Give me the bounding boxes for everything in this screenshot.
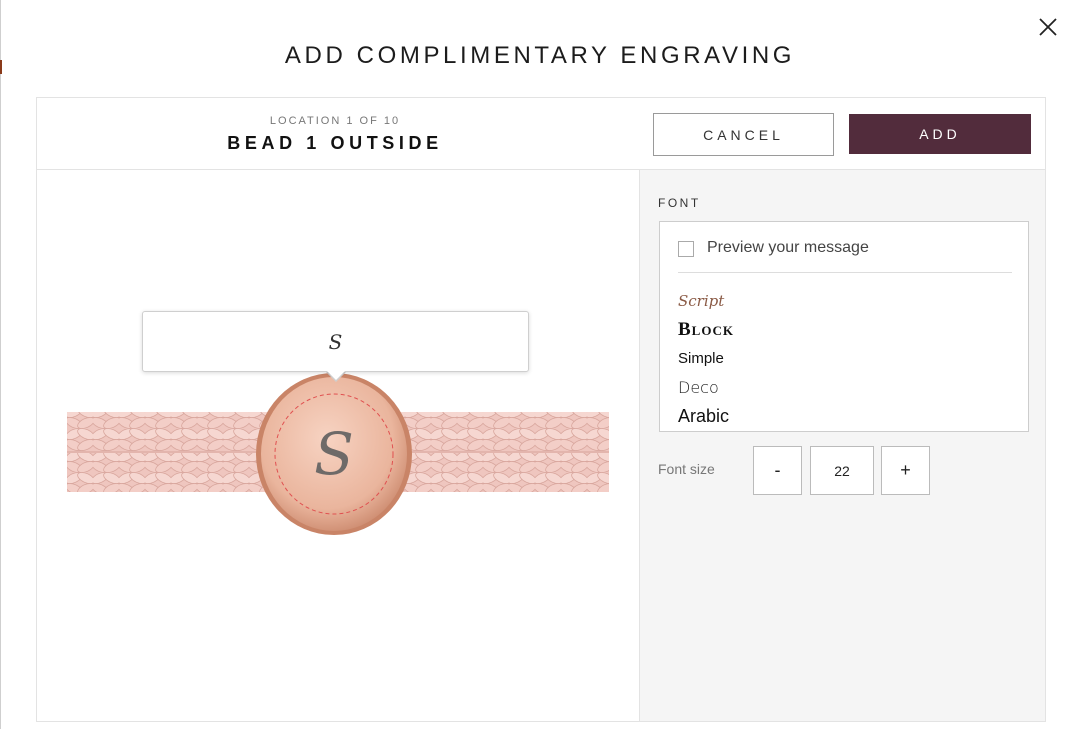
bead-engraving-preview: S — [314, 420, 354, 488]
cancel-button[interactable]: CANCEL — [653, 113, 834, 156]
font-list: Preview your message Script Block Simple… — [659, 221, 1029, 432]
location-header: LOCATION 1 OF 10 BEAD 1 OUTSIDE CANCEL A… — [37, 98, 1045, 170]
tooltip-arrow — [327, 371, 345, 380]
engraving-text-input[interactable]: S — [142, 311, 529, 372]
modal-title: ADD COMPLIMENTARY ENGRAVING — [284, 42, 796, 69]
product-preview: S S — [37, 170, 639, 721]
location-counter: LOCATION 1 OF 10 — [269, 115, 401, 127]
location-title: BEAD 1 OUTSIDE — [227, 133, 443, 153]
font-size-label: Font size — [658, 461, 715, 477]
bead-image: S — [255, 372, 413, 536]
preview-message-label: Preview your message — [707, 239, 869, 256]
font-section-label: FONT — [658, 196, 701, 210]
font-size-value: 22 — [810, 446, 874, 495]
font-size-decrease-button[interactable]: - — [753, 446, 802, 495]
font-option-arabic[interactable]: Arabic — [678, 406, 729, 427]
engraving-panel: LOCATION 1 OF 10 BEAD 1 OUTSIDE CANCEL A… — [36, 97, 1046, 722]
window-edge — [0, 0, 1, 729]
font-option-script[interactable]: Script — [678, 292, 724, 310]
close-icon — [1039, 18, 1057, 36]
font-size-increase-button[interactable]: + — [881, 446, 930, 495]
font-option-deco[interactable]: Deco — [678, 378, 719, 397]
font-option-simple[interactable]: Simple — [678, 350, 724, 367]
preview-message-toggle[interactable]: Preview your message — [678, 239, 1012, 273]
add-button[interactable]: ADD — [849, 114, 1031, 154]
engraving-options: FONT Preview your message Script Block S… — [639, 170, 1045, 721]
font-option-block[interactable]: Block — [678, 319, 734, 341]
close-button[interactable] — [1036, 15, 1060, 39]
preview-message-checkbox[interactable] — [678, 241, 694, 257]
